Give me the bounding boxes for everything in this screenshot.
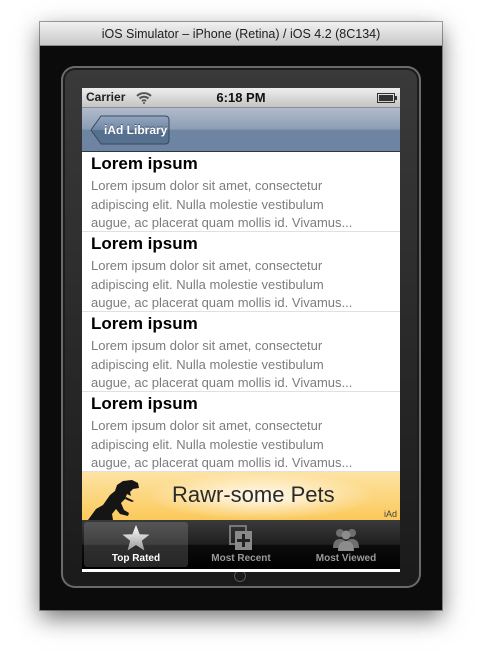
table-row[interactable]: Lorem ipsum Lorem ipsum dolor sit amet, …: [82, 312, 400, 392]
iad-badge: iAd: [383, 509, 397, 519]
row-body: Lorem ipsum dolor sit amet, consectetur …: [91, 178, 353, 230]
status-time: 6:18 PM: [216, 90, 266, 105]
row-body: Lorem ipsum dolor sit amet, consectetur …: [91, 418, 353, 470]
tab-label: Most Viewed: [315, 553, 377, 564]
tab-most-viewed[interactable]: Most Viewed: [294, 522, 398, 567]
navigation-bar: iAd Library: [82, 108, 400, 152]
back-button-label: iAd Library: [104, 123, 168, 137]
star-icon: [122, 525, 150, 551]
back-button[interactable]: iAd Library: [90, 115, 170, 145]
row-title: Lorem ipsum: [91, 154, 198, 173]
battery-icon: [377, 93, 397, 103]
row-title: Lorem ipsum: [91, 234, 198, 253]
ad-headline: Rawr-some Pets: [172, 482, 335, 507]
tab-bar: Top Rated Most Recent Most Viewed: [82, 520, 400, 569]
people-icon: [333, 529, 359, 551]
table-row[interactable]: Lorem ipsum Lorem ipsum dolor sit amet, …: [82, 232, 400, 312]
status-bar: Carrier 6:18 PM: [82, 88, 400, 108]
content-table[interactable]: Lorem ipsum Lorem ipsum dolor sit amet, …: [82, 152, 400, 472]
row-title: Lorem ipsum: [91, 394, 198, 413]
tab-top-rated[interactable]: Top Rated: [84, 522, 188, 567]
tab-most-recent[interactable]: Most Recent: [189, 522, 293, 567]
row-title: Lorem ipsum: [91, 314, 198, 333]
tab-label: Top Rated: [111, 553, 161, 564]
row-body: Lorem ipsum dolor sit amet, consectetur …: [91, 258, 353, 310]
window-title: iOS Simulator – iPhone (Retina) / iOS 4.…: [40, 22, 442, 46]
dinosaur-icon: [88, 480, 139, 520]
tab-label: Most Recent: [211, 553, 271, 564]
most-recent-icon: [229, 525, 252, 550]
table-row[interactable]: Lorem ipsum Lorem ipsum dolor sit amet, …: [82, 392, 400, 472]
device-screen: Carrier 6:18 PM iAd Library Lorem ipsum …: [82, 88, 400, 572]
iad-banner[interactable]: Rawr-some Pets iAd: [82, 472, 400, 520]
table-row[interactable]: Lorem ipsum Lorem ipsum dolor sit amet, …: [82, 152, 400, 232]
row-body: Lorem ipsum dolor sit amet, consectetur …: [91, 338, 353, 390]
